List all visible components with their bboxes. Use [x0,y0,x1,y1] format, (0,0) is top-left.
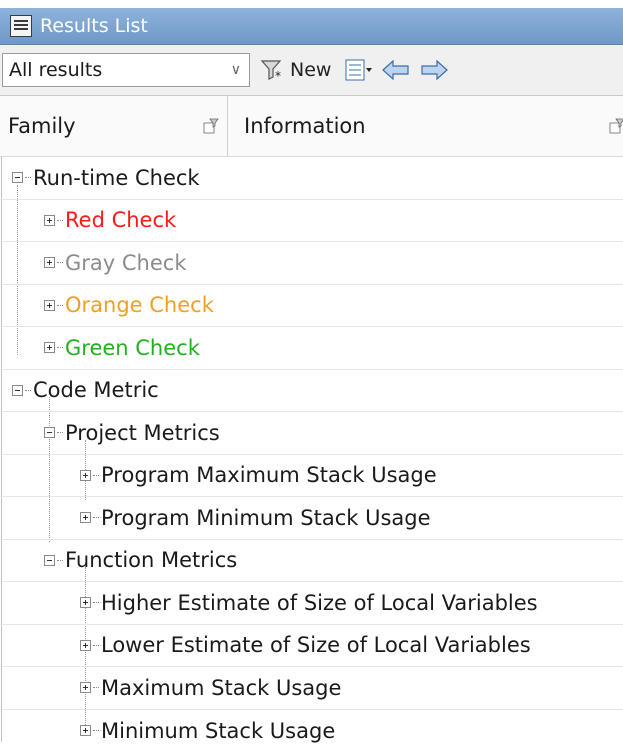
new-filter-label: New [290,59,331,81]
tree-node-label: Green Check [65,336,200,360]
expand-icon[interactable] [44,215,55,226]
forward-arrow-icon [419,58,449,82]
tree-node-runtime-check[interactable]: Run-time Check [0,157,623,200]
tree-node-project-metrics[interactable]: Project Metrics [0,412,623,455]
tree-node-code-metric[interactable]: Code Metric [0,370,623,413]
back-arrow-icon [381,58,411,82]
expand-icon[interactable] [44,300,55,311]
results-tree: Run-time Check Red Check Gray Check Oran… [0,157,623,752]
tree-node-program-min-stack[interactable]: Program Minimum Stack Usage [0,497,623,540]
svg-text:*: * [275,69,281,82]
expand-icon[interactable] [80,597,91,608]
collapse-icon[interactable] [12,385,23,396]
tree-node-label: Run-time Check [33,166,200,190]
tree-node-maximum-stack-usage[interactable]: Maximum Stack Usage [0,667,623,710]
new-filter-icon: * [260,58,286,82]
tree-node-label: Orange Check [65,293,214,317]
results-filter-dropdown[interactable]: All results ∨ [2,53,250,87]
column-filter-icon [203,118,219,134]
tree-node-label: Project Metrics [65,421,220,445]
tree-node-label: Red Check [65,208,176,232]
toolbar: All results ∨ * New [0,45,623,96]
tree-node-label: Gray Check [65,251,186,275]
chevron-down-icon: ∨ [231,62,241,78]
window-title: Results List [40,15,148,37]
family-column-label: Family [8,114,76,138]
expand-icon[interactable] [80,470,91,481]
new-filter-button[interactable]: * New [260,58,331,82]
column-filter-icon [609,118,623,134]
expand-icon[interactable] [80,640,91,651]
column-layout-icon [345,59,373,81]
collapse-icon[interactable] [44,555,55,566]
tree-node-program-max-stack[interactable]: Program Maximum Stack Usage [0,455,623,498]
tree-node-orange-check[interactable]: Orange Check [0,285,623,328]
tree-node-minimum-stack-usage[interactable]: Minimum Stack Usage [0,710,623,752]
results-list-icon [10,15,32,37]
expand-icon[interactable] [80,725,91,736]
expand-icon[interactable] [80,512,91,523]
information-column-header[interactable]: Information [228,96,623,156]
expand-icon[interactable] [44,342,55,353]
family-column-header[interactable]: Family [0,96,228,156]
tree-node-label: Code Metric [33,378,159,402]
tree-node-label: Lower Estimate of Size of Local Variable… [101,633,531,657]
column-layout-button[interactable] [345,58,373,82]
tree-node-label: Maximum Stack Usage [101,676,341,700]
tree-node-label: Higher Estimate of Size of Local Variabl… [101,591,538,615]
collapse-icon[interactable] [44,427,55,438]
tree-node-gray-check[interactable]: Gray Check [0,242,623,285]
results-filter-value: All results [9,59,102,81]
expand-icon[interactable] [44,257,55,268]
results-list-title-bar: Results List [0,8,623,45]
expand-icon[interactable] [80,682,91,693]
tree-node-label: Program Maximum Stack Usage [101,463,437,487]
column-header: Family Information [0,96,623,157]
information-column-label: Information [244,114,366,138]
tree-node-red-check[interactable]: Red Check [0,200,623,243]
tree-node-label: Function Metrics [65,548,237,572]
collapse-icon[interactable] [12,172,23,183]
tree-node-label: Minimum Stack Usage [101,719,335,743]
back-button[interactable] [381,58,411,82]
tree-node-function-metrics[interactable]: Function Metrics [0,540,623,583]
tree-node-higher-estimate-local-vars[interactable]: Higher Estimate of Size of Local Variabl… [0,582,623,625]
tree-node-green-check[interactable]: Green Check [0,327,623,370]
tree-node-lower-estimate-local-vars[interactable]: Lower Estimate of Size of Local Variable… [0,625,623,668]
forward-button[interactable] [419,58,449,82]
tree-node-label: Program Minimum Stack Usage [101,506,431,530]
